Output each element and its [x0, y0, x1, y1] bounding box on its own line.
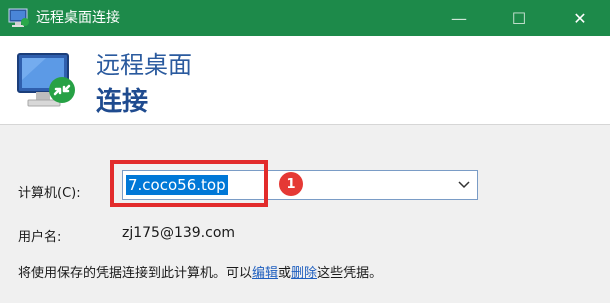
remote-desktop-icon	[8, 8, 30, 28]
maximize-button[interactable]: ☐	[491, 0, 547, 36]
minimize-button[interactable]: —	[431, 0, 487, 36]
header-title-line1: 远程桌面	[96, 51, 192, 79]
chevron-down-icon[interactable]	[457, 175, 471, 195]
info-middle: 或	[278, 266, 292, 281]
delete-credentials-link[interactable]: 删除	[291, 266, 317, 281]
window-title: 远程桌面连接	[36, 10, 120, 26]
title-bar: 远程桌面连接 — ☐ ✕	[0, 0, 610, 36]
computer-label: 计算机(C):	[18, 186, 81, 201]
header-banner: 远程桌面 连接	[0, 36, 610, 125]
remote-desktop-icon	[16, 50, 78, 112]
annotation-badge: 1	[279, 172, 303, 196]
header-title-line2: 连接	[96, 87, 149, 117]
username-label: 用户名:	[18, 230, 62, 245]
username-value: zj175@139.com	[122, 225, 236, 241]
close-button[interactable]: ✕	[552, 0, 608, 36]
credentials-info: 将使用保存的凭据连接到此计算机。可以编辑或删除这些凭据。	[18, 262, 382, 281]
info-prefix: 将使用保存的凭据连接到此计算机。可以	[18, 266, 253, 281]
info-suffix: 这些凭据。	[317, 266, 383, 281]
edit-credentials-link[interactable]: 编辑	[252, 266, 278, 281]
annotation-highlight-box	[110, 160, 268, 207]
